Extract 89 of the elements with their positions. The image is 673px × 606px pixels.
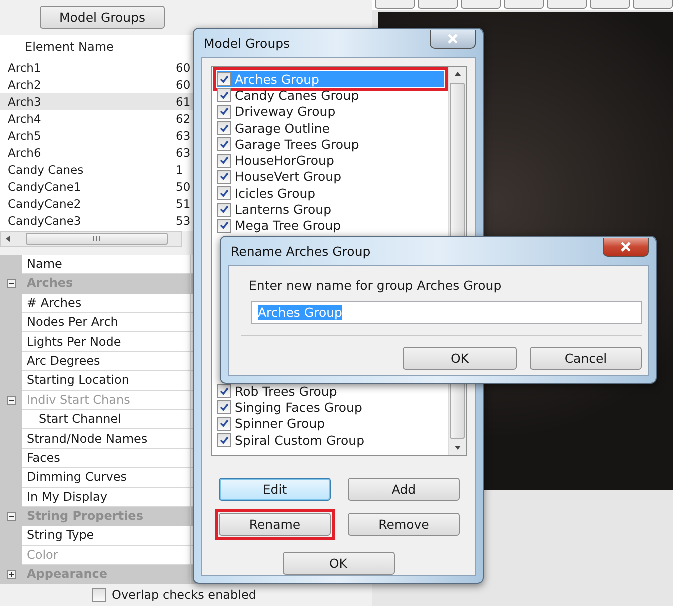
- dialog-button[interactable]: Rename: [219, 513, 331, 536]
- checkbox[interactable]: [217, 400, 231, 414]
- close-button[interactable]: [603, 238, 649, 256]
- property-label: Starting Location: [22, 371, 190, 391]
- checkbox[interactable]: [217, 72, 231, 86]
- close-icon: [620, 242, 632, 252]
- property-label: Start Channel: [22, 410, 190, 430]
- property-label: Arc Degrees: [22, 352, 190, 372]
- checkbox[interactable]: [217, 154, 231, 168]
- property-label: Name: [22, 254, 190, 274]
- group-list-item[interactable]: Rob Trees Group: [217, 382, 444, 400]
- ok-button[interactable]: OK: [403, 347, 517, 370]
- grip-icon: [92, 236, 102, 242]
- property-label: Lights Per Node: [22, 332, 190, 352]
- table-cell-text: CandyCane2: [7, 196, 82, 211]
- table-cell-text: 60: [175, 78, 192, 92]
- table-cell-text: 62: [175, 112, 192, 126]
- property-label: Nodes Per Arch: [22, 312, 190, 332]
- checkbox[interactable]: [217, 202, 231, 217]
- toolbar-button[interactable]: [461, 0, 501, 9]
- table-cell-text: 63: [175, 146, 192, 160]
- group-list-item[interactable]: Spinner Group: [217, 416, 444, 432]
- checkbox[interactable]: [217, 218, 231, 233]
- checkbox[interactable]: [217, 137, 231, 152]
- checkbox[interactable]: [92, 588, 106, 602]
- column-header[interactable]: Element Name: [0, 40, 178, 54]
- close-icon: [447, 34, 459, 44]
- left-arrow-icon[interactable]: [4, 234, 12, 243]
- category-label: Appearance: [22, 565, 190, 584]
- checkbox[interactable]: [217, 88, 231, 102]
- table-cell-text: 61: [175, 94, 192, 109]
- property-label: # Arches: [22, 294, 190, 313]
- property-label: Strand/Node Names: [22, 429, 190, 449]
- checkbox[interactable]: [217, 104, 231, 119]
- property-label: Faces: [22, 448, 190, 468]
- checkbox[interactable]: [217, 186, 231, 200]
- toolbar-button[interactable]: [418, 0, 458, 9]
- dialog-title: Rename Arches Group: [230, 244, 371, 258]
- up-arrow-icon[interactable]: [454, 71, 462, 77]
- table-cell-text: 50: [175, 180, 192, 194]
- table-cell-text: 1: [175, 162, 184, 177]
- table-cell-text: Arch2: [7, 78, 42, 92]
- table-cell-text: Arch6: [7, 146, 42, 160]
- toolbar-button[interactable]: [633, 0, 673, 9]
- checkbox[interactable]: [217, 416, 231, 431]
- checkbox[interactable]: [217, 121, 231, 136]
- group-list-item[interactable]: Spiral Custom Group: [217, 432, 444, 448]
- expand-icon[interactable]: [6, 570, 16, 580]
- cancel-button[interactable]: Cancel: [530, 347, 642, 370]
- collapse-icon[interactable]: [6, 279, 16, 288]
- checkbox-label: Overlap checks enabled: [112, 588, 256, 602]
- close-button[interactable]: [430, 30, 476, 48]
- horizontal-scrollbar[interactable]: [0, 231, 182, 247]
- model-groups-button[interactable]: Model Groups: [40, 6, 165, 30]
- category-label: String Properties: [22, 506, 190, 526]
- table-cell-text: Arch5: [7, 128, 42, 143]
- collapse-icon[interactable]: [6, 512, 16, 522]
- prompt-text: Enter new name for group Arches Group: [249, 278, 503, 293]
- property-label: Color: [22, 546, 190, 566]
- toolbar-button[interactable]: [547, 0, 587, 9]
- toolbar-button[interactable]: [375, 0, 415, 9]
- property-label: String Type: [22, 526, 190, 546]
- scrollbar-thumb[interactable]: [26, 232, 168, 245]
- checkbox[interactable]: [217, 384, 231, 398]
- property-label: Indiv Start Chans: [22, 390, 190, 410]
- table-cell-text: 53: [175, 214, 192, 228]
- property-label: Dimming Curves: [22, 468, 190, 488]
- table-cell-text: 63: [175, 128, 192, 143]
- toolbar-button[interactable]: [504, 0, 544, 9]
- ok-button[interactable]: OK: [282, 552, 394, 575]
- group-list-item[interactable]: Singing Faces Group: [217, 399, 444, 416]
- table-cell-text: CandyCane3: [7, 214, 82, 228]
- checkbox[interactable]: [217, 170, 231, 184]
- property-label: In My Display: [22, 488, 190, 507]
- table-cell-text: CandyCane1: [7, 180, 82, 194]
- dialog-button[interactable]: Remove: [348, 513, 460, 536]
- table-cell-text: Arch4: [7, 112, 42, 126]
- checkbox[interactable]: [217, 433, 231, 447]
- toolbar-button[interactable]: [590, 0, 630, 9]
- table-cell-text: 51: [175, 196, 192, 211]
- dialog-button[interactable]: Edit: [219, 478, 331, 501]
- table-cell-text: 60: [175, 60, 192, 75]
- category-label: Arches: [22, 274, 190, 294]
- dialog-button[interactable]: Add: [348, 478, 460, 501]
- dialog-title: Model Groups: [203, 36, 290, 50]
- table-cell-text: Arch1: [7, 60, 42, 75]
- table-cell-text: Arch3: [7, 94, 42, 109]
- down-arrow-icon[interactable]: [454, 445, 462, 451]
- table-cell-text: Candy Canes: [7, 162, 85, 177]
